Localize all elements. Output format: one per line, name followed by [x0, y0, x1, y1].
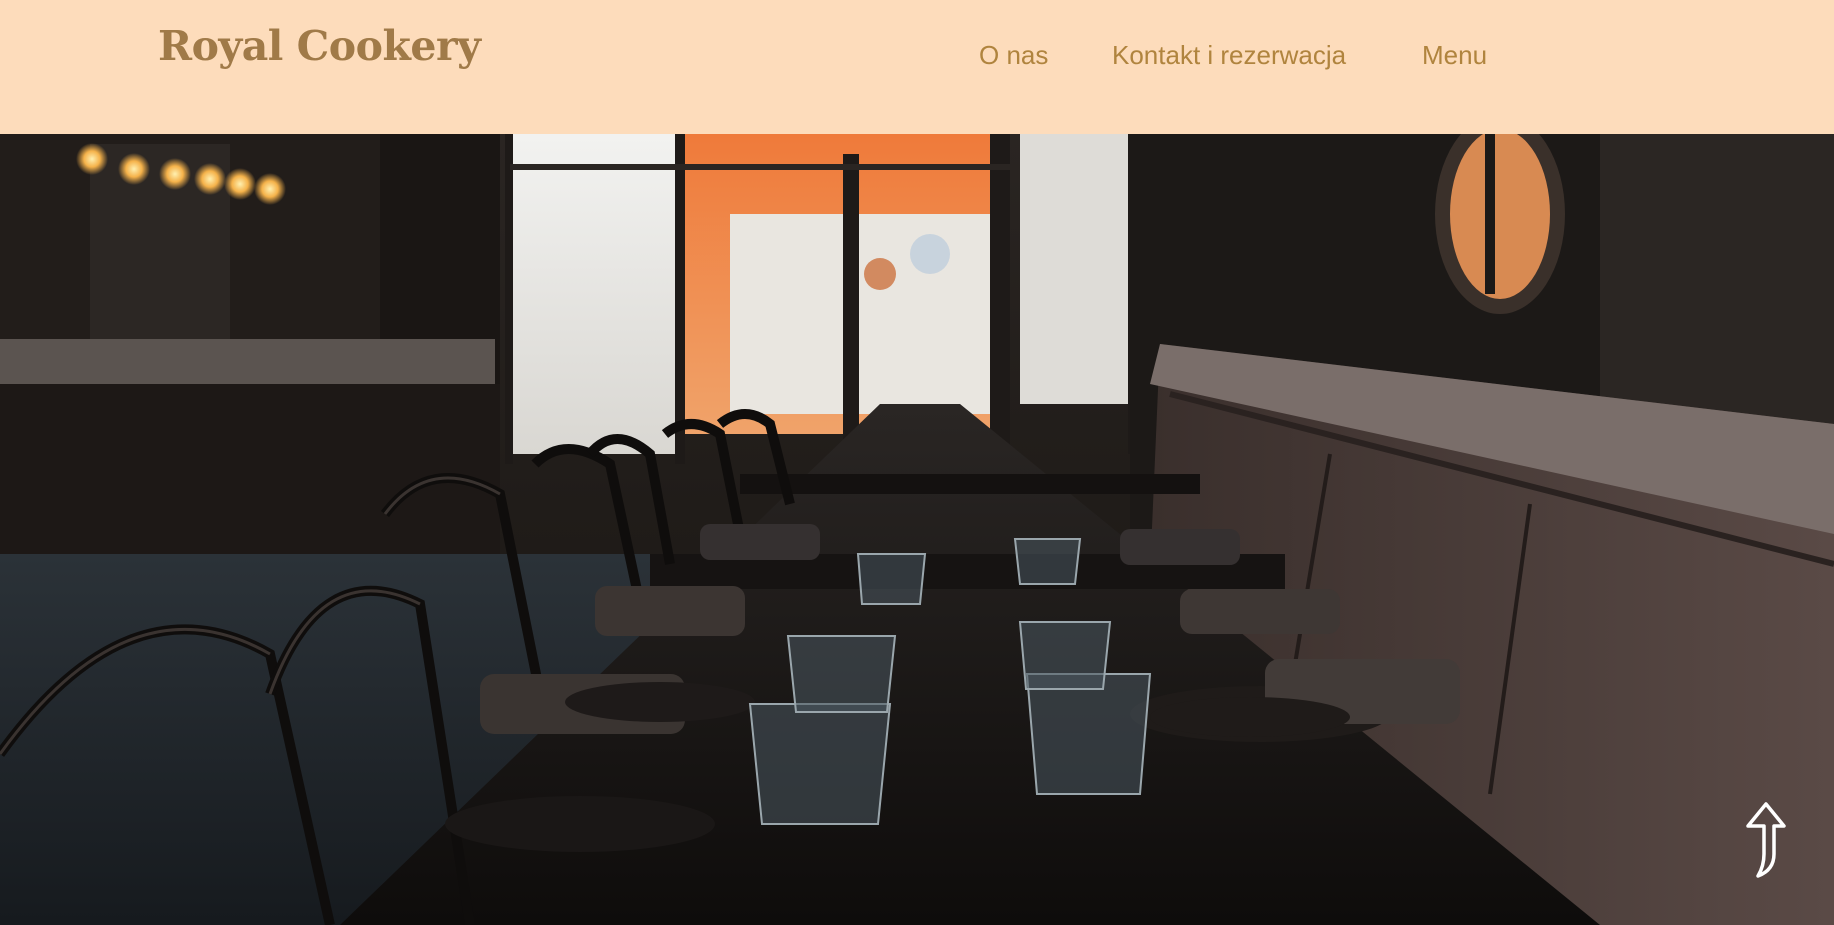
- restaurant-interior-photo: [0, 134, 1834, 925]
- site-header: Royal Cookery O nas Kontakt i rezerwacja…: [0, 0, 1834, 134]
- arrow-up-icon: [1746, 802, 1786, 878]
- scroll-to-top-button[interactable]: [1744, 800, 1788, 880]
- nav-link-menu[interactable]: Menu: [1422, 40, 1487, 71]
- hero-image: [0, 134, 1834, 925]
- nav-link-contact-reservation[interactable]: Kontakt i rezerwacja: [1112, 40, 1346, 71]
- nav-link-about[interactable]: O nas: [979, 40, 1048, 71]
- main-nav: O nas Kontakt i rezerwacja Menu: [0, 40, 1834, 74]
